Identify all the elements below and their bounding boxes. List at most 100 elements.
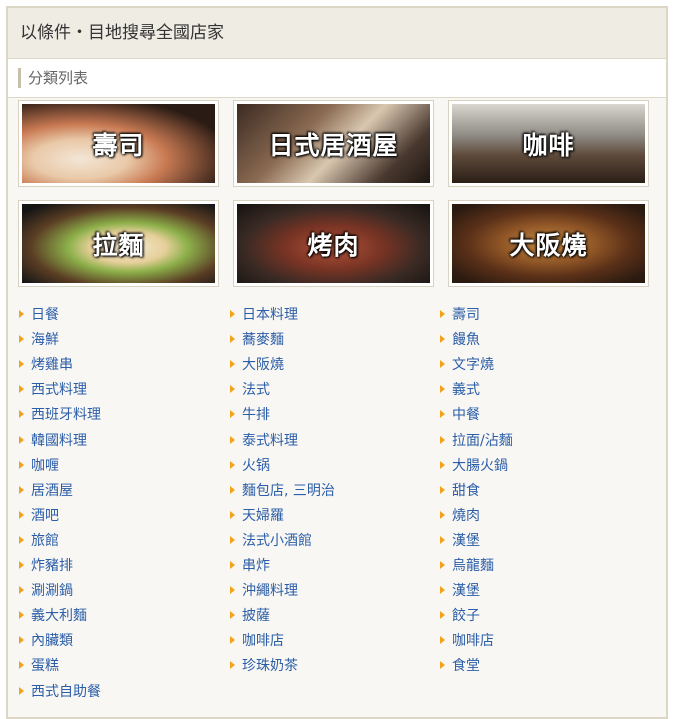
category-link[interactable]: 燒肉 xyxy=(440,506,480,526)
category-link[interactable]: 火锅 xyxy=(230,456,270,476)
category-link[interactable]: 內臟類 xyxy=(19,631,73,651)
arrow-right-icon xyxy=(19,561,24,569)
category-link[interactable]: 牛排 xyxy=(230,405,270,425)
category-label: 珍珠奶茶 xyxy=(242,658,298,674)
category-label: 西班牙料理 xyxy=(31,407,101,423)
tile-izakaya[interactable]: 日式居酒屋 xyxy=(233,100,434,187)
category-link[interactable]: 西式自助餐 xyxy=(19,682,101,702)
arrow-right-icon xyxy=(440,536,445,544)
category-link[interactable]: 日餐 xyxy=(19,305,59,325)
category-link[interactable]: 餃子 xyxy=(440,606,480,626)
arrow-right-icon xyxy=(440,611,445,619)
category-link[interactable]: 旅館 xyxy=(19,531,59,551)
category-label: 麵包店, 三明治 xyxy=(242,483,335,499)
tile-cafe[interactable]: 咖啡 xyxy=(448,100,649,187)
tile-sushi[interactable]: 壽司 xyxy=(18,100,219,187)
category-link[interactable]: 法式小酒館 xyxy=(230,531,312,551)
tile-label: 日式居酒屋 xyxy=(268,130,399,160)
category-link[interactable]: 天婦羅 xyxy=(230,506,284,526)
category-label: 蕎麥麵 xyxy=(242,332,284,348)
arrow-right-icon xyxy=(440,661,445,669)
category-link[interactable]: 漢堡 xyxy=(440,581,480,601)
arrow-right-icon xyxy=(19,436,24,444)
arrow-right-icon xyxy=(230,360,235,368)
category-link[interactable]: 蛋糕 xyxy=(19,656,59,676)
category-link[interactable]: 烏龍麵 xyxy=(440,556,494,576)
arrow-right-icon xyxy=(440,310,445,318)
arrow-right-icon xyxy=(440,561,445,569)
category-label: 大腸火鍋 xyxy=(452,458,508,474)
category-link[interactable]: 咖啡店 xyxy=(440,631,494,651)
category-link[interactable]: 壽司 xyxy=(440,305,480,325)
category-link[interactable]: 珍珠奶茶 xyxy=(230,656,298,676)
category-link[interactable]: 大腸火鍋 xyxy=(440,456,508,476)
category-link[interactable]: 日本料理 xyxy=(230,305,298,325)
category-link[interactable]: 海鮮 xyxy=(19,330,59,350)
category-link[interactable]: 法式 xyxy=(230,380,270,400)
category-link[interactable]: 咖啡店 xyxy=(230,631,284,651)
arrow-right-icon xyxy=(230,511,235,519)
arrow-right-icon xyxy=(440,360,445,368)
category-link[interactable]: 西班牙料理 xyxy=(19,405,101,425)
category-label: 牛排 xyxy=(242,407,270,423)
category-label: 酒吧 xyxy=(31,508,59,524)
arrow-right-icon xyxy=(19,410,24,418)
category-link[interactable]: 居酒屋 xyxy=(19,481,73,501)
category-label: 海鮮 xyxy=(31,332,59,348)
category-link[interactable]: 麵包店, 三明治 xyxy=(230,481,335,501)
category-link[interactable]: 中餐 xyxy=(440,405,480,425)
sushi-image: 壽司 xyxy=(22,104,215,183)
category-label: 法式 xyxy=(242,382,270,398)
category-label: 炸豬排 xyxy=(31,558,73,574)
tile-yakiniku[interactable]: 烤肉 xyxy=(233,200,434,287)
category-link[interactable]: 酒吧 xyxy=(19,506,59,526)
category-link[interactable]: 西式料理 xyxy=(19,380,87,400)
arrow-right-icon xyxy=(19,511,24,519)
category-label: 烤雞串 xyxy=(31,357,73,373)
category-link[interactable]: 串炸 xyxy=(230,556,270,576)
category-link[interactable]: 烤雞串 xyxy=(19,355,73,375)
category-link[interactable]: 拉面/沾麵 xyxy=(440,431,513,451)
arrow-right-icon xyxy=(440,436,445,444)
category-link[interactable]: 韓國料理 xyxy=(19,431,87,451)
arrow-right-icon xyxy=(19,385,24,393)
category-label: 文字燒 xyxy=(452,357,494,373)
category-link[interactable]: 大阪燒 xyxy=(230,355,284,375)
category-label: 饅魚 xyxy=(452,332,480,348)
category-label: 日本料理 xyxy=(242,307,298,323)
cafe-image: 咖啡 xyxy=(452,104,645,183)
arrow-right-icon xyxy=(440,511,445,519)
tile-okonomiyaki[interactable]: 大阪燒 xyxy=(448,200,649,287)
category-link[interactable]: 蕎麥麵 xyxy=(230,330,284,350)
category-link[interactable]: 涮涮鍋 xyxy=(19,581,73,601)
category-link[interactable]: 義大利麵 xyxy=(19,606,87,626)
arrow-right-icon xyxy=(230,611,235,619)
category-label: 披薩 xyxy=(242,608,270,624)
category-link[interactable]: 漢堡 xyxy=(440,531,480,551)
arrow-right-icon xyxy=(230,385,235,393)
tile-ramen[interactable]: 拉麵 xyxy=(18,200,219,287)
category-link[interactable]: 甜食 xyxy=(440,481,480,501)
arrow-right-icon xyxy=(230,661,235,669)
category-link[interactable]: 泰式料理 xyxy=(230,431,298,451)
arrow-right-icon xyxy=(230,310,235,318)
category-link[interactable]: 沖繩料理 xyxy=(230,581,298,601)
arrow-right-icon xyxy=(19,335,24,343)
category-link[interactable]: 炸豬排 xyxy=(19,556,73,576)
category-link[interactable]: 咖喱 xyxy=(19,456,59,476)
tile-label: 烤肉 xyxy=(307,230,360,260)
ramen-image: 拉麵 xyxy=(22,204,215,283)
category-link[interactable]: 饅魚 xyxy=(440,330,480,350)
category-label: 日餐 xyxy=(31,307,59,323)
category-link[interactable]: 食堂 xyxy=(440,656,480,676)
category-link[interactable]: 文字燒 xyxy=(440,355,494,375)
category-label: 大阪燒 xyxy=(242,357,284,373)
category-link[interactable]: 披薩 xyxy=(230,606,270,626)
category-label: 義大利麵 xyxy=(31,608,87,624)
arrow-right-icon xyxy=(440,335,445,343)
arrow-right-icon xyxy=(440,636,445,644)
category-link[interactable]: 義式 xyxy=(440,380,480,400)
category-label: 內臟類 xyxy=(31,633,73,649)
arrow-right-icon xyxy=(19,360,24,368)
category-label: 西式自助餐 xyxy=(31,684,101,700)
